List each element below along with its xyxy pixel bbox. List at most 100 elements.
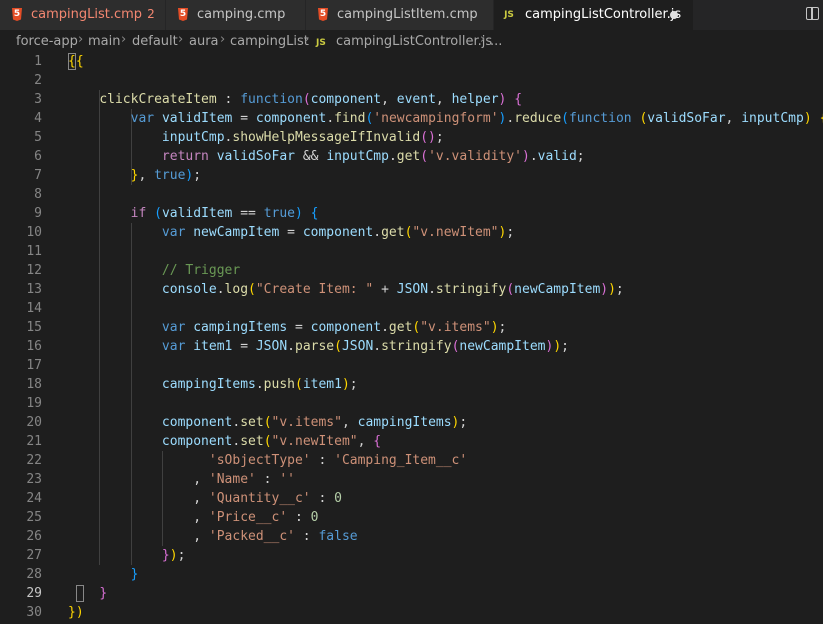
chevron-right-icon: › xyxy=(121,32,127,47)
code-line: , 'Packed__c' : false xyxy=(68,527,357,546)
line-number: 27 xyxy=(26,548,42,563)
code-token: ) xyxy=(295,206,303,221)
code-token: 'Name' xyxy=(208,472,256,487)
code-token: newCampItem xyxy=(459,339,546,354)
code-line: var campingItems = component.get("v.item… xyxy=(68,318,506,337)
split-editor-icon[interactable] xyxy=(806,7,819,20)
code-token: component xyxy=(161,434,233,449)
line-number: 16 xyxy=(26,339,42,354)
code-token: component xyxy=(302,225,374,240)
code-line: } xyxy=(68,565,139,584)
line-number: 9 xyxy=(34,206,42,221)
code-token: ) xyxy=(490,320,499,335)
code-token: ; xyxy=(459,415,468,430)
code-token: JSON xyxy=(396,282,429,297)
code-token: validItem xyxy=(161,206,233,221)
code-token: ( xyxy=(248,282,256,297)
code-token: ; xyxy=(193,168,202,183)
code-token: "v.newItem" xyxy=(271,434,358,449)
code-line: , 'Name' : '' xyxy=(68,470,295,489)
line-number: 21 xyxy=(26,434,42,449)
code-token: : xyxy=(287,510,311,525)
code-token: var xyxy=(161,225,186,240)
code-token: component xyxy=(255,111,327,126)
problems-badge: 2 xyxy=(147,7,155,21)
code-token: . xyxy=(428,282,436,297)
line-number: 13 xyxy=(26,282,42,297)
code-token: "v.newItem" xyxy=(412,225,499,240)
breadcrumb-item[interactable]: default xyxy=(132,34,178,49)
code-token: ( xyxy=(154,206,162,221)
tab-bar: 5 campingList.cmp 2 5 camping.cmp 5 campi… xyxy=(0,0,823,30)
code-token: , xyxy=(193,529,209,544)
code-token: validSoFar xyxy=(216,149,295,164)
code-token: campingItems xyxy=(357,415,452,430)
code-token: JSON xyxy=(255,339,288,354)
breadcrumb-item[interactable]: campingListController.js xyxy=(336,34,492,49)
code-token: campingItems xyxy=(161,377,256,392)
code-token: stringify xyxy=(381,339,452,354)
code-token: 'v.validity' xyxy=(428,149,522,164)
code-token: "Create Item: " xyxy=(255,282,374,297)
code-token: , xyxy=(381,92,397,107)
code-token: : xyxy=(216,92,241,107)
tab-camping-cmp[interactable]: 5 camping.cmp xyxy=(166,0,306,30)
tab-campinglistitem-cmp[interactable]: 5 campingListItem.cmp xyxy=(306,0,494,30)
code-token: showHelpMessageIfInvalid xyxy=(232,130,421,145)
line-number: 20 xyxy=(26,415,42,430)
code-token: ( xyxy=(263,415,272,430)
code-token: 'Packed__c' xyxy=(208,529,295,544)
code-line: }) xyxy=(68,603,84,622)
code-line: , 'Price__c' : 0 xyxy=(68,508,318,527)
code-token: { xyxy=(373,434,382,449)
breadcrumb-item[interactable]: force-app xyxy=(16,34,78,49)
unsaved-dot-icon[interactable] xyxy=(670,11,678,19)
code-token: component xyxy=(310,320,382,335)
code-line: }); xyxy=(68,546,185,565)
code-token: . xyxy=(529,149,538,164)
code-line: component.set("v.newItem", { xyxy=(68,432,381,451)
code-token: { xyxy=(514,92,523,107)
code-token: 'Quantity__c' xyxy=(208,491,311,506)
code-token: "v.items" xyxy=(271,415,342,430)
code-line: if (validItem == true) { xyxy=(68,204,319,223)
tab-campinglist-cmp[interactable]: 5 campingList.cmp 2 xyxy=(0,0,166,30)
code-token: 'sObjectType' xyxy=(208,453,311,468)
line-number: 15 xyxy=(26,320,42,335)
breadcrumb-item[interactable]: campingList xyxy=(230,34,309,49)
code-token: item1 xyxy=(302,377,342,392)
code-line: var item1 = JSON.parse(JSON.stringify(ne… xyxy=(68,337,569,356)
tab-campinglistcontroller-js[interactable]: JS campingListController.js xyxy=(494,0,694,30)
line-number: 4 xyxy=(34,111,42,126)
code-token: . xyxy=(381,320,389,335)
breadcrumb-item[interactable]: aura xyxy=(189,34,219,49)
chevron-right-icon: › xyxy=(78,32,84,47)
breadcrumb-item[interactable]: ... xyxy=(490,34,502,49)
code-line: inputCmp.showHelpMessageIfInvalid(); xyxy=(68,128,444,147)
code-token: var xyxy=(130,111,155,126)
line-number: 26 xyxy=(26,529,42,544)
code-editor[interactable]: 1 2 3 4 5 6 7 8 9 10 11 12 13 14 15 16 17 18 19 20 21 22 23 24 2… xyxy=(0,52,823,624)
code-token: = xyxy=(232,339,256,354)
code-token: , xyxy=(725,111,742,126)
code-token: ( xyxy=(263,434,272,449)
code-line: var newCampItem = component.get("v.newIt… xyxy=(68,223,514,242)
code-line: 'sObjectType' : 'Camping_Item__c' xyxy=(68,451,467,470)
code-token: ( xyxy=(334,339,342,354)
tab-label: campingListController.js xyxy=(525,7,682,22)
code-token: . xyxy=(255,377,264,392)
code-token: ( xyxy=(506,282,515,297)
code-token: parse xyxy=(295,339,335,354)
breadcrumb-item[interactable]: main xyxy=(88,34,120,49)
line-number: 8 xyxy=(34,187,42,202)
code-token: item1 xyxy=(193,339,233,354)
code-token: = xyxy=(287,320,311,335)
code-token: , xyxy=(341,415,358,430)
